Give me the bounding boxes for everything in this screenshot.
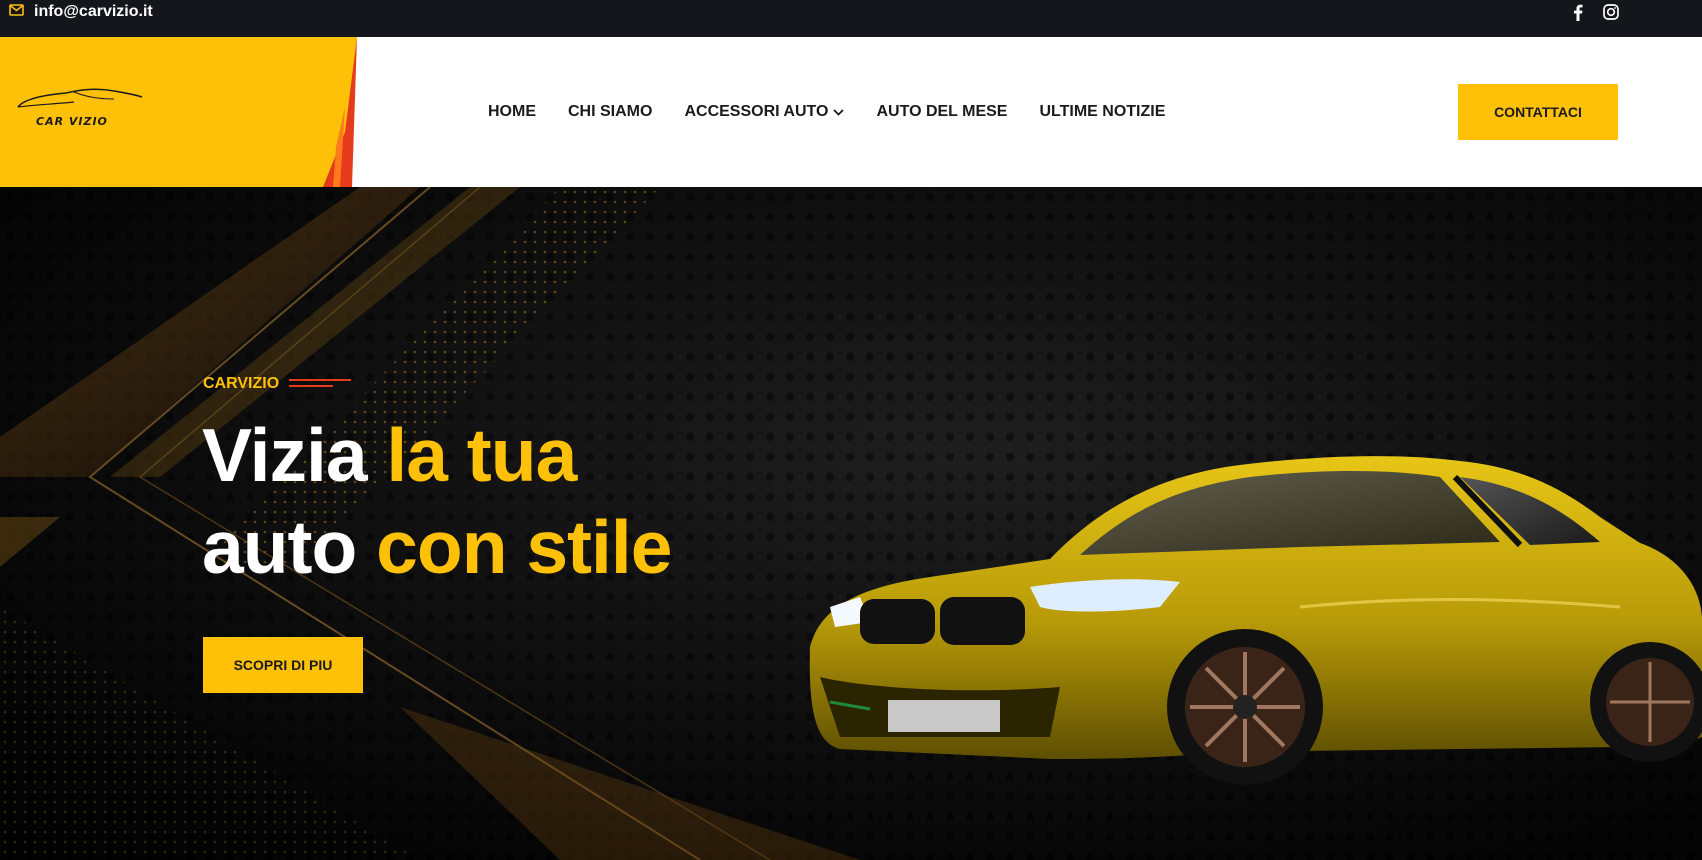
contact-button[interactable]: CONTATTACI — [1458, 84, 1618, 140]
nav-item-ultime-notizie[interactable]: ULTIME NOTIZIE — [1039, 103, 1165, 121]
car-silhouette-icon — [17, 88, 143, 108]
site-header: CAR VIZIO HOME CHI SIAMO ACCESSORI AUTO … — [0, 37, 1702, 187]
logo-text: CAR VIZIO — [36, 115, 108, 128]
eyebrow-accent-lines — [289, 375, 352, 393]
nav-item-chi-siamo[interactable]: CHI SIAMO — [568, 103, 652, 121]
nav-item-accessori-auto[interactable]: ACCESSORI AUTO — [684, 103, 845, 121]
top-bar: info@carvizio.it — [0, 0, 1702, 37]
headline-white-2: auto — [202, 505, 357, 589]
main-nav: HOME CHI SIAMO ACCESSORI AUTO AUTO DEL M… — [488, 37, 1197, 187]
hero-eyebrow: CARVIZIO — [203, 375, 352, 393]
nav-item-label: CHI SIAMO — [568, 103, 653, 120]
learn-more-button[interactable]: SCOPRI DI PIU — [203, 637, 363, 693]
hero-section: CARVIZIO Vizia la tua auto con stile SCO… — [0, 187, 1702, 860]
nav-item-label: HOME — [488, 103, 536, 120]
site-logo[interactable]: CAR VIZIO — [14, 85, 144, 135]
nav-item-label: AUTO DEL MESE — [876, 103, 1008, 120]
hero-eyebrow-text: CARVIZIO — [203, 375, 280, 392]
logo-panel: CAR VIZIO — [0, 37, 360, 187]
headline-yellow-2: con stile — [376, 505, 672, 589]
headline-yellow-1: la tua — [386, 413, 577, 497]
instagram-icon[interactable] — [1601, 2, 1621, 22]
yellow-car-image — [809, 456, 1702, 785]
nav-item-label: ACCESSORI AUTO — [684, 103, 829, 120]
facebook-icon[interactable] — [1568, 2, 1588, 22]
nav-item-auto-del-mese[interactable]: AUTO DEL MESE — [876, 103, 1007, 121]
headline-white-1: Vizia — [202, 413, 368, 497]
email-link[interactable]: info@carvizio.it — [34, 3, 153, 21]
envelope-icon — [9, 3, 24, 21]
nav-item-label: ULTIME NOTIZIE — [1039, 103, 1166, 120]
nav-item-home[interactable]: HOME — [488, 103, 536, 121]
hero-headline: Vizia la tua auto con stile — [202, 409, 762, 593]
email-contact[interactable]: info@carvizio.it — [9, 3, 153, 21]
chevron-down-icon — [833, 103, 845, 121]
